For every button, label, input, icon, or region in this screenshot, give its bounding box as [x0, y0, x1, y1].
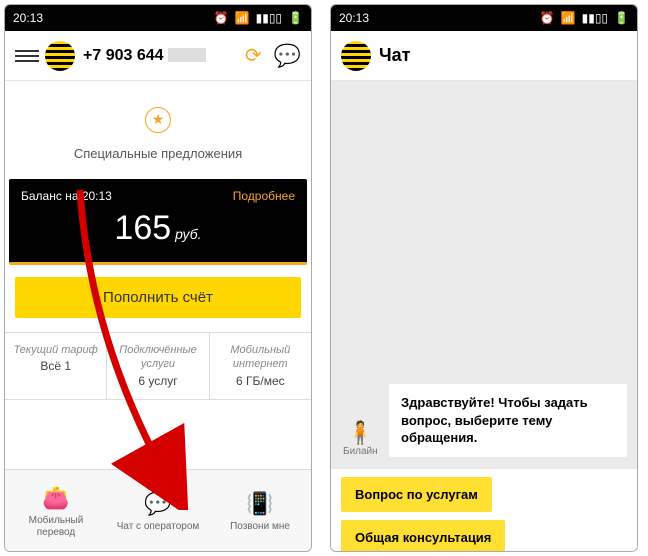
balance-asof: Баланс на 20:13 — [21, 189, 112, 203]
internet-cell[interactable]: Мобильный интернет 6 ГБ/мес — [210, 333, 311, 399]
quick-reply-general[interactable]: Общая консультация — [341, 520, 505, 552]
chat-header: Чат — [331, 31, 637, 81]
chat-message: Здравствуйте! Чтобы задать вопрос, выбер… — [389, 384, 627, 457]
topup-button[interactable]: Пополнить счёт — [15, 277, 301, 318]
beeline-logo — [341, 41, 371, 71]
wifi-icon: 📶 — [561, 11, 576, 25]
phone-chat-screen: 20:13 ⏰ 📶 ▮▮▯▯ 🔋 Чат 🧍 Билайн Здравствуй… — [330, 4, 638, 552]
redacted-digits — [168, 48, 206, 62]
signal-icon: ▮▮▯▯ — [256, 11, 282, 25]
balance-more-link[interactable]: Подробнее — [233, 189, 295, 203]
alarm-icon: ⏰ — [540, 11, 555, 25]
phone-main-screen: 20:13 ⏰ 📶 ▮▮▯▯ 🔋 +7 903 644 ⟳ 💬 Специаль… — [4, 4, 312, 552]
chat-bubble-icon[interactable]: 💬 — [274, 43, 301, 69]
services-cell[interactable]: Подключённые услуги 6 услуг — [107, 333, 209, 399]
special-offers[interactable]: Специальные предложения — [5, 81, 311, 179]
battery-icon: 🔋 — [288, 11, 303, 25]
wallet-icon: 👛 — [42, 485, 69, 511]
app-header: +7 903 644 ⟳ 💬 — [5, 31, 311, 81]
chat-quick-replies: Вопрос по услугам Общая консультация — [331, 469, 637, 552]
tariff-cell[interactable]: Текущий тариф Всё 1 — [5, 333, 107, 399]
nav-chat[interactable]: 💬 Чат с оператором — [107, 470, 209, 551]
signal-icon: ▮▮▯▯ — [582, 11, 608, 25]
menu-icon[interactable] — [15, 50, 39, 62]
status-icons: ⏰ 📶 ▮▮▯▯ 🔋 — [214, 11, 303, 25]
status-time: 20:13 — [339, 11, 369, 25]
status-bar: 20:13 ⏰ 📶 ▮▮▯▯ 🔋 — [331, 5, 637, 31]
refresh-icon[interactable]: ⟳ — [245, 43, 262, 68]
info-row: Текущий тариф Всё 1 Подключённые услуги … — [5, 332, 311, 400]
nav-callme[interactable]: 📳 Позвони мне — [209, 470, 311, 551]
status-bar: 20:13 ⏰ 📶 ▮▮▯▯ 🔋 — [5, 5, 311, 31]
status-icons: ⏰ 📶 ▮▮▯▯ 🔋 — [540, 11, 629, 25]
person-icon: 🧍 — [343, 420, 378, 446]
balance-card: Баланс на 20:13 Подробнее 165руб. — [9, 179, 307, 265]
phone-vibrate-icon: 📳 — [246, 491, 273, 517]
chat-title: Чат — [379, 45, 410, 66]
chat-area[interactable]: 🧍 Билайн Здравствуйте! Чтобы задать вопр… — [331, 81, 637, 469]
quick-reply-services[interactable]: Вопрос по услугам — [341, 477, 492, 512]
battery-icon: 🔋 — [614, 11, 629, 25]
phone-number: +7 903 644 — [83, 47, 233, 65]
balance-amount: 165руб. — [21, 209, 295, 248]
wifi-icon: 📶 — [235, 11, 250, 25]
offers-label: Специальные предложения — [5, 146, 311, 161]
star-icon — [145, 107, 171, 133]
nav-transfer[interactable]: 👛 Мобильный перевод — [5, 470, 107, 551]
chat-icon: 💬 — [144, 491, 171, 517]
beeline-logo — [45, 41, 75, 71]
bottom-nav: 👛 Мобильный перевод 💬 Чат с оператором 📳… — [5, 469, 311, 551]
alarm-icon: ⏰ — [214, 11, 229, 25]
status-time: 20:13 — [13, 11, 43, 25]
operator-avatar: 🧍 Билайн — [343, 420, 378, 457]
